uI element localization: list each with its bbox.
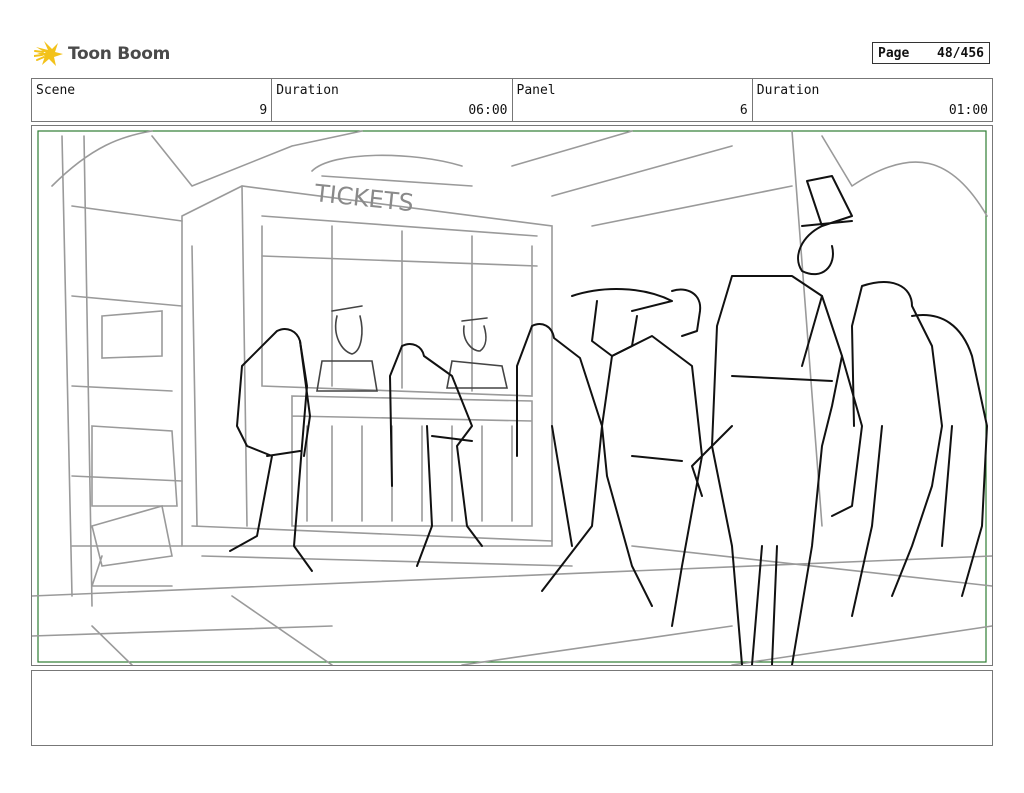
panel-duration-label: Duration (756, 83, 820, 98)
booth-clerks (316, 305, 509, 392)
foreground-crowd (229, 175, 988, 665)
panel-info-header: Scene 9 Duration 06:00 Panel 6 Duration … (31, 78, 993, 122)
panel-sketch: TICKETS (32, 130, 992, 665)
panel-duration-value: 01:00 (948, 103, 988, 118)
toon-boom-star-icon (34, 41, 63, 66)
panel-duration-cell: Duration 01:00 (753, 79, 992, 121)
toon-boom-logo: Toon Boom (34, 38, 170, 70)
tickets-sign: TICKETS (312, 179, 415, 217)
background-architecture (32, 130, 992, 665)
panel-value: 6 (739, 103, 748, 118)
panel-label: Panel (516, 83, 556, 98)
scene-duration-cell: Duration 06:00 (272, 79, 513, 121)
safe-frame (37, 130, 987, 663)
page-label: Page (878, 45, 910, 61)
panel-notes-box (31, 670, 993, 746)
scene-value: 9 (259, 103, 268, 118)
scene-duration-value: 06:00 (468, 103, 508, 118)
page-indicator: Page 48/456 (872, 42, 990, 64)
scene-duration-label: Duration (276, 83, 339, 98)
scene-cell: Scene 9 (32, 79, 273, 121)
page-number: 48/456 (937, 45, 984, 61)
panel-cell: Panel 6 (513, 79, 753, 121)
storyboard-panel: TICKETS (31, 125, 993, 666)
scene-label: Scene (36, 83, 76, 98)
brand-name: Toon Boom (68, 44, 171, 64)
